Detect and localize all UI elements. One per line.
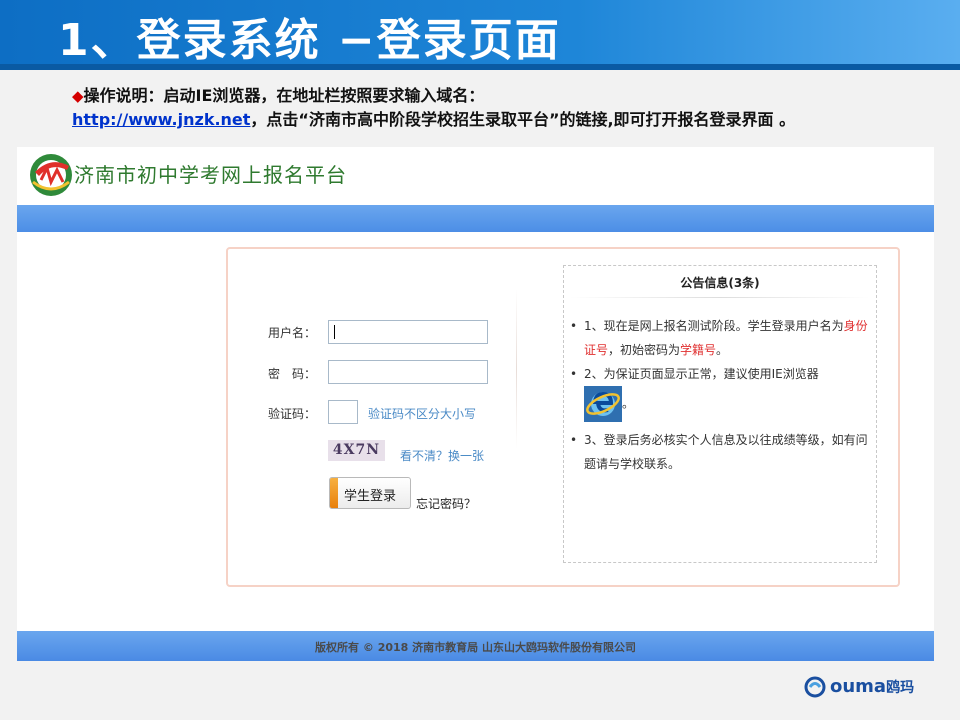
notice-item-2-text: 2、为保证页面显示正常，建议使用IE浏览器 <box>584 367 819 381</box>
notice-item-2: • 2、为保证页面显示正常，建议使用IE浏览器 。 <box>570 362 872 422</box>
slide-title: 1、登录系统 −登录页面 <box>58 15 561 66</box>
notice-item-1-prefix: 1、现在是网上报名测试阶段。学生登录用户名为 <box>584 319 844 333</box>
notice-item-1-suffix: 。 <box>716 343 729 357</box>
notice-item-1-red-2: 学籍号 <box>680 343 717 357</box>
bullet-icon: • <box>570 367 578 381</box>
instruction-text: ◆操作说明：启动IE浏览器，在地址栏按照要求输入域名： http://www.j… <box>72 84 942 132</box>
notice-item-1: • 1、现在是网上报名测试阶段。学生登录用户名为身份证号，初始密码为学籍号。 <box>570 314 872 362</box>
slide-title-banner: 1、登录系统 −登录页面 <box>0 0 960 70</box>
notice-title: 公告信息(3条) <box>680 276 760 290</box>
username-label: 用户名： <box>268 326 317 340</box>
ie-browser-icon <box>584 386 622 422</box>
brand-name-latin: ouma <box>830 676 887 697</box>
student-login-label: 学生登录 <box>344 489 397 504</box>
notice-item-3: • 3、登录后务必核实个人信息及以往成绩等级，如有问题请与学校联系。 <box>570 428 872 476</box>
url-link[interactable]: http://www.jnzk.net <box>72 110 250 129</box>
panel-divider <box>516 289 517 449</box>
header-blue-bar <box>17 205 934 232</box>
password-input[interactable] <box>328 360 488 384</box>
notice-item-1-middle: ，初始密码为 <box>608 343 681 357</box>
captcha-image: 4X7N <box>328 440 385 461</box>
instruction-line-1: ◆操作说明：启动IE浏览器，在地址栏按照要求输入域名： <box>72 84 942 108</box>
copyright-text: 版权所有 © 2018 济南市教育局 山东山大鸥玛软件股份有限公司 <box>315 641 636 654</box>
notice-item-2-suffix: 。 <box>622 396 635 411</box>
button-accent-strip <box>330 478 338 508</box>
notice-board: 公告信息(3条) • 1、现在是网上报名测试阶段。学生登录用户名为身份证号，初始… <box>563 265 877 563</box>
bullet-icon: • <box>570 319 578 333</box>
instruction-line-2: http://www.jnzk.net，点击“济南市高中阶段学校招生录取平台”的… <box>72 108 942 132</box>
login-panel: 用户名： 密 码： 验证码： 验证码不区分大小写 4X7N 看不清？换一张 学生… <box>226 247 900 587</box>
jinan-exam-logo-icon <box>30 154 72 196</box>
captcha-input[interactable] <box>328 400 358 424</box>
site-header: 济南市初中学考网上报名平台 <box>17 147 934 205</box>
notice-item-3-text: 3、登录后务必核实个人信息及以往成绩等级，如有问题请与学校联系。 <box>584 433 868 471</box>
bullet-icon: • <box>570 433 578 447</box>
forgot-password-link[interactable]: 忘记密码？ <box>416 495 476 512</box>
captcha-case-hint: 验证码不区分大小写 <box>368 407 477 421</box>
student-login-button[interactable]: 学生登录 <box>329 477 411 509</box>
diamond-bullet-icon: ◆ <box>72 87 84 105</box>
notice-separator <box>570 297 870 298</box>
instruction-text-line2: ，点击“济南市高中阶段学校招生录取平台”的链接,即可打开报名登录界面 。 <box>250 110 796 129</box>
brand-name-cn: 鸥玛 <box>886 680 915 696</box>
brand-name: ouma鸥玛 <box>830 676 914 697</box>
ouma-logo-icon <box>804 676 826 698</box>
login-page-screenshot: 济南市初中学考网上报名平台 用户名： 密 码： 验证码： 验证码不区分大小写 4… <box>17 147 934 661</box>
site-title: 济南市初中学考网上报名平台 <box>74 163 347 187</box>
site-footer: 版权所有 © 2018 济南市教育局 山东山大鸥玛软件股份有限公司 <box>17 631 934 661</box>
instruction-text-line1: 操作说明：启动IE浏览器，在地址栏按照要求输入域名： <box>83 86 485 105</box>
username-input[interactable] <box>328 320 488 344</box>
password-label: 密 码： <box>268 367 317 381</box>
captcha-label: 验证码： <box>268 407 317 421</box>
text-caret <box>334 325 335 339</box>
refresh-captcha-link[interactable]: 看不清？换一张 <box>400 447 484 464</box>
